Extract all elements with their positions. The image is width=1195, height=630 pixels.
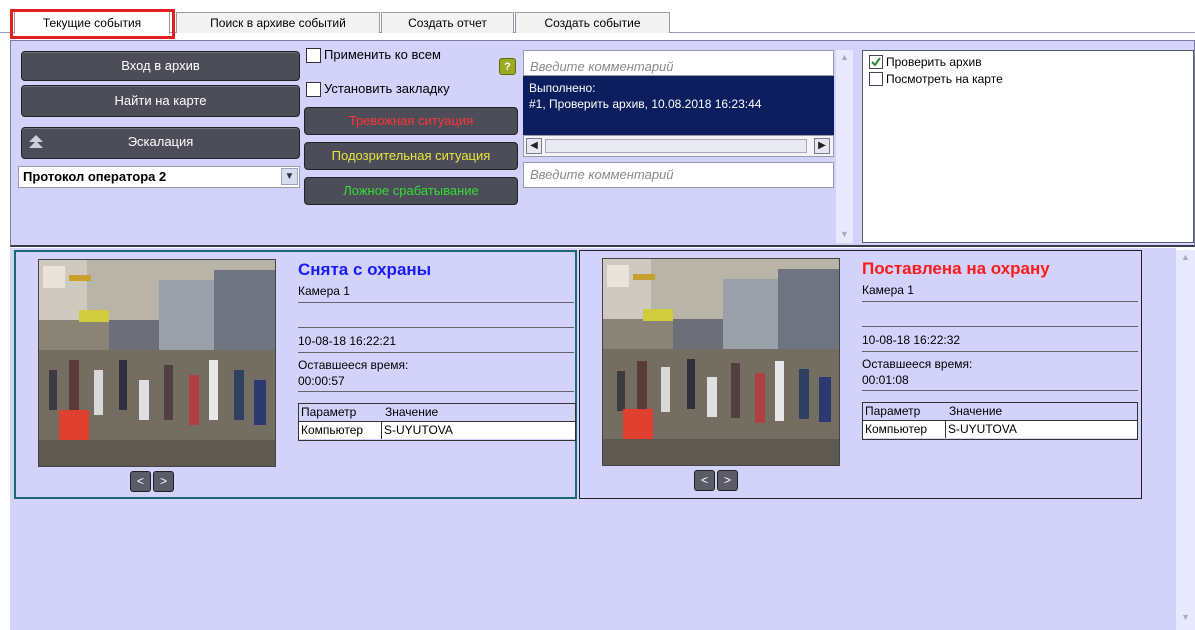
checkmark-icon	[871, 57, 881, 67]
tab-strip: Текущие события Поиск в архиве событий С…	[0, 0, 1195, 34]
event-time: 10-08-18 16:22:32	[862, 333, 961, 347]
separator	[298, 302, 574, 303]
param-header: Параметр	[301, 405, 357, 419]
camera-image	[603, 259, 839, 465]
tab-create-event[interactable]: Создать событие	[515, 12, 670, 33]
completed-actions-list[interactable]: Выполнено: #1, Проверить архив, 10.08.20…	[523, 76, 834, 135]
apply-all-checkbox[interactable]	[306, 48, 321, 63]
param-header: Параметр	[865, 404, 921, 418]
scroll-up-icon[interactable]: ▲	[838, 52, 851, 64]
check-archive-checkbox[interactable]	[869, 55, 883, 69]
alarm-situation-label: Тревожная ситуация	[348, 113, 474, 128]
event-card-disarmed[interactable]: Снята с охраны Камера 1 10-08-18 16:22:2…	[14, 250, 577, 499]
camera-name: Камера 1	[862, 283, 914, 297]
operator-protocol-value: Протокол оператора 2	[23, 169, 167, 184]
scroll-down-icon[interactable]: ▼	[1179, 612, 1192, 624]
next-frame-button[interactable]: >	[717, 470, 738, 491]
value-header: Значение	[385, 405, 439, 419]
separator	[298, 391, 574, 392]
escalation-button[interactable]: Эскалация	[21, 127, 300, 159]
alarm-situation-button[interactable]: Тревожная ситуация	[304, 107, 518, 135]
table-row: Компьютер S-UYUTOVA	[299, 421, 575, 439]
value-cell: S-UYUTOVA	[948, 422, 1017, 436]
camera-name: Камера 1	[298, 284, 350, 298]
scroll-down-icon[interactable]: ▼	[838, 229, 851, 241]
completed-label: Выполнено:	[529, 81, 596, 95]
previous-frame-button[interactable]: <	[694, 470, 715, 491]
param-cell: Компьютер	[299, 422, 382, 439]
separator	[862, 390, 1138, 391]
parameters-table: Параметр Значение Компьютер S-UYUTOVA	[862, 402, 1138, 440]
value-cell: S-UYUTOVA	[384, 423, 453, 437]
previous-frame-button[interactable]: <	[130, 471, 151, 492]
remaining-time-value: 00:00:57	[298, 374, 345, 388]
remaining-time-value: 00:01:08	[862, 373, 909, 387]
separator	[862, 301, 1138, 302]
view-on-map-label: Посмотреть на карте	[886, 72, 1003, 86]
camera-snapshot[interactable]	[602, 258, 840, 466]
camera-image	[39, 260, 275, 466]
event-actions-panel: Вход в архив Найти на карте Эскалация Пр…	[10, 40, 1195, 247]
false-alarm-label: Ложное срабатывание	[343, 183, 479, 198]
event-title: Поставлена на охрану	[862, 259, 1050, 278]
apply-all-label: Применить ко всем	[324, 47, 441, 62]
horizontal-scrollbar[interactable]: ◀ ▶	[523, 135, 834, 157]
archive-entry-button[interactable]: Вход в архив	[21, 51, 300, 81]
event-time: 10-08-18 16:22:21	[298, 334, 397, 348]
camera-snapshot[interactable]	[38, 259, 276, 467]
help-icon[interactable]: ?	[499, 58, 516, 75]
separator	[862, 326, 1138, 327]
bookmark-checkbox[interactable]	[306, 82, 321, 97]
parameters-table: Параметр Значение Компьютер S-UYUTOVA	[298, 403, 576, 441]
suspicious-situation-button[interactable]: Подозрительная ситуация	[304, 142, 518, 170]
suspicious-situation-label: Подозрительная ситуация	[331, 148, 491, 163]
scroll-up-icon[interactable]: ▲	[1179, 252, 1192, 264]
view-on-map-checkbox[interactable]	[869, 72, 883, 86]
scroll-right-icon[interactable]: ▶	[814, 138, 830, 154]
separator	[862, 351, 1138, 352]
event-title: Снята с охраны	[298, 260, 432, 279]
value-header: Значение	[949, 404, 1003, 418]
chevron-down-icon[interactable]: ▼	[281, 168, 298, 185]
check-archive-label: Проверить архив	[886, 55, 982, 69]
tab-archive-search[interactable]: Поиск в архиве событий	[176, 12, 380, 33]
separator	[298, 327, 574, 328]
scroll-left-icon[interactable]: ◀	[526, 138, 542, 154]
tab-create-report[interactable]: Создать отчет	[381, 12, 514, 33]
comment-input-top[interactable]: Введите комментарий	[523, 50, 834, 76]
comment-input-bottom[interactable]: Введите комментарий	[523, 162, 834, 188]
event-card-armed[interactable]: Поставлена на охрану Камера 1 10-08-18 1…	[579, 250, 1142, 499]
vertical-scrollbar[interactable]: ▲ ▼	[836, 50, 853, 243]
separator	[298, 352, 574, 353]
next-frame-button[interactable]: >	[153, 471, 174, 492]
escalation-label: Эскалация	[127, 134, 194, 149]
checklist-box: Проверить архив Посмотреть на карте	[862, 50, 1194, 243]
remaining-time-label: Оставшееся время:	[298, 358, 409, 372]
remaining-time-label: Оставшееся время:	[862, 357, 973, 371]
table-row: Компьютер S-UYUTOVA	[863, 420, 1137, 438]
find-on-map-button[interactable]: Найти на карте	[21, 85, 300, 117]
scroll-thumb[interactable]	[545, 139, 807, 153]
operator-protocol-select[interactable]: Протокол оператора 2 ▼	[18, 166, 300, 188]
completed-item: #1, Проверить архив, 10.08.2018 16:23:44	[529, 97, 762, 111]
events-vertical-scrollbar[interactable]: ▲ ▼	[1176, 250, 1195, 630]
param-cell: Компьютер	[863, 421, 946, 438]
active-tab-highlight	[10, 9, 175, 39]
false-alarm-button[interactable]: Ложное срабатывание	[304, 177, 518, 205]
double-chevron-up-icon	[29, 135, 43, 148]
bookmark-label: Установить закладку	[324, 81, 450, 96]
